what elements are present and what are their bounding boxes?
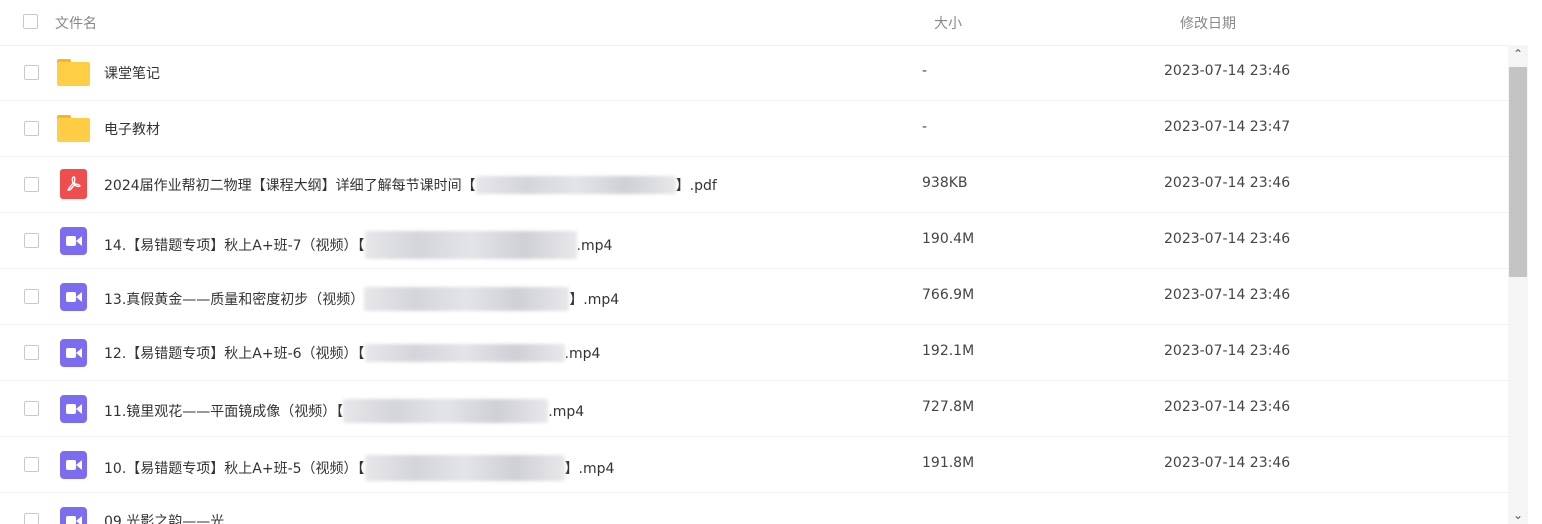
- file-name[interactable]: 13.真假黄金——质量和密度初步（视频） 】.mp4: [104, 287, 619, 311]
- row-checkbox[interactable]: [24, 177, 39, 192]
- file-list-header: 文件名 大小 修改日期: [0, 0, 1514, 46]
- video-file-icon: [60, 507, 87, 524]
- file-name[interactable]: 12.【易错题专项】秋上A+班-6（视频）【 .mp4: [104, 343, 600, 363]
- row-checkbox[interactable]: [24, 345, 39, 360]
- row-checkbox[interactable]: [24, 401, 39, 416]
- select-all-checkbox[interactable]: [23, 14, 38, 29]
- redacted-text: [364, 344, 565, 362]
- file-size: 727.8M: [922, 399, 975, 415]
- file-size: 766.9M: [922, 287, 975, 303]
- video-file-icon: [60, 283, 87, 311]
- file-name[interactable]: 2024届作业帮初二物理【课程大纲】详细了解每节课时间【 】.pdf: [104, 175, 717, 195]
- file-name-prefix: 09.光影之韵——光: [104, 514, 225, 524]
- file-row[interactable]: 13.真假黄金——质量和密度初步（视频） 】.mp4 766.9M 2023-07…: [0, 269, 1514, 325]
- file-size: -: [922, 119, 928, 135]
- file-name-suffix: 】.pdf: [675, 178, 717, 194]
- row-checkbox[interactable]: [24, 121, 39, 136]
- file-size: 190.4M: [922, 231, 975, 247]
- file-name-prefix: 11.镜里观花——平面镜成像（视频）【: [104, 404, 344, 420]
- file-row[interactable]: 14.【易错题专项】秋上A+班-7（视频）【 .mp4 190.4M 2023-0…: [0, 213, 1514, 269]
- file-name[interactable]: 14.【易错题专项】秋上A+班-7（视频）【 .mp4: [104, 231, 612, 259]
- row-checkbox[interactable]: [24, 457, 39, 472]
- video-file-icon: [60, 451, 87, 479]
- file-size: 938KB: [922, 175, 968, 191]
- file-name[interactable]: 课堂笔记: [104, 63, 160, 83]
- file-list: 课堂笔记 - 2023-07-14 23:46 电子教材 - 2023-07-1…: [0, 45, 1514, 524]
- file-name-suffix: 】.mp4: [569, 292, 620, 308]
- pdf-file-icon: [60, 169, 87, 199]
- file-name[interactable]: 电子教材: [104, 119, 160, 139]
- column-header-date[interactable]: 修改日期: [1180, 13, 1236, 33]
- file-size: 191.8M: [922, 455, 975, 471]
- file-name[interactable]: 09.光影之韵——光: [104, 511, 224, 524]
- file-date: 2023-07-14 23:46: [1164, 455, 1291, 471]
- file-name-suffix: .mp4: [548, 404, 585, 420]
- row-checkbox[interactable]: [24, 233, 39, 248]
- file-date: 2023-07-14 23:47: [1164, 119, 1291, 135]
- file-name-prefix: 13.真假黄金——质量和密度初步（视频）: [104, 292, 365, 308]
- scrollbar-thumb[interactable]: [1509, 67, 1527, 277]
- file-name-prefix: 10.【易错题专项】秋上A+班-5（视频）【: [104, 461, 365, 477]
- folder-icon: [57, 113, 90, 143]
- file-name[interactable]: 10.【易错题专项】秋上A+班-5（视频）【 】.mp4: [104, 455, 614, 481]
- column-header-name[interactable]: 文件名: [55, 13, 97, 33]
- row-checkbox[interactable]: [24, 65, 39, 80]
- file-date: 2023-07-14 23:46: [1164, 63, 1291, 79]
- file-name[interactable]: 11.镜里观花——平面镜成像（视频）【 .mp4: [104, 399, 584, 423]
- file-row[interactable]: 10.【易错题专项】秋上A+班-5（视频）【 】.mp4 191.8M 2023-…: [0, 437, 1514, 493]
- file-name-suffix: 】.mp4: [564, 461, 615, 477]
- file-row[interactable]: 2024届作业帮初二物理【课程大纲】详细了解每节课时间【 】.pdf 938KB …: [0, 157, 1514, 213]
- row-checkbox[interactable]: [24, 289, 39, 304]
- file-row[interactable]: 09.光影之韵——光: [0, 493, 1514, 524]
- file-date: 2023-07-14 23:46: [1164, 287, 1291, 303]
- redacted-text: [475, 176, 676, 194]
- file-date: 2023-07-14 23:46: [1164, 343, 1291, 359]
- video-file-icon: [60, 227, 87, 255]
- file-name-prefix: 12.【易错题专项】秋上A+班-6（视频）【: [104, 346, 365, 362]
- file-name-prefix: 14.【易错题专项】秋上A+班-7（视频）【: [104, 238, 365, 254]
- file-row[interactable]: 11.镜里观花——平面镜成像（视频）【 .mp4 727.8M 2023-07-1…: [0, 381, 1514, 437]
- column-header-size[interactable]: 大小: [934, 13, 962, 33]
- file-size: 192.1M: [922, 343, 975, 359]
- redacted-text: [343, 399, 549, 423]
- file-date: 2023-07-14 23:46: [1164, 175, 1291, 191]
- redacted-text: [364, 231, 577, 259]
- vertical-scrollbar[interactable]: ⌃ ⌄: [1508, 45, 1528, 524]
- file-size: -: [922, 63, 928, 79]
- redacted-text: [364, 455, 565, 481]
- file-name-suffix: .mp4: [576, 238, 613, 254]
- video-file-icon: [60, 395, 87, 423]
- row-checkbox[interactable]: [24, 513, 39, 524]
- scroll-up-arrow-icon[interactable]: ⌃: [1508, 45, 1528, 63]
- file-date: 2023-07-14 23:46: [1164, 399, 1291, 415]
- file-date: 2023-07-14 23:46: [1164, 231, 1291, 247]
- file-row[interactable]: 电子教材 - 2023-07-14 23:47: [0, 101, 1514, 157]
- scroll-down-arrow-icon[interactable]: ⌄: [1508, 506, 1528, 524]
- file-row[interactable]: 课堂笔记 - 2023-07-14 23:46: [0, 45, 1514, 101]
- video-file-icon: [60, 339, 87, 367]
- file-name-prefix: 2024届作业帮初二物理【课程大纲】详细了解每节课时间【: [104, 178, 476, 194]
- file-name-suffix: .mp4: [564, 346, 601, 362]
- folder-icon: [57, 57, 90, 87]
- file-row[interactable]: 12.【易错题专项】秋上A+班-6（视频）【 .mp4 192.1M 2023-0…: [0, 325, 1514, 381]
- redacted-text: [364, 287, 570, 311]
- file-list-view: 文件名 大小 修改日期 课堂笔记 - 2023-07-14 23:46 电子教材…: [0, 0, 1542, 524]
